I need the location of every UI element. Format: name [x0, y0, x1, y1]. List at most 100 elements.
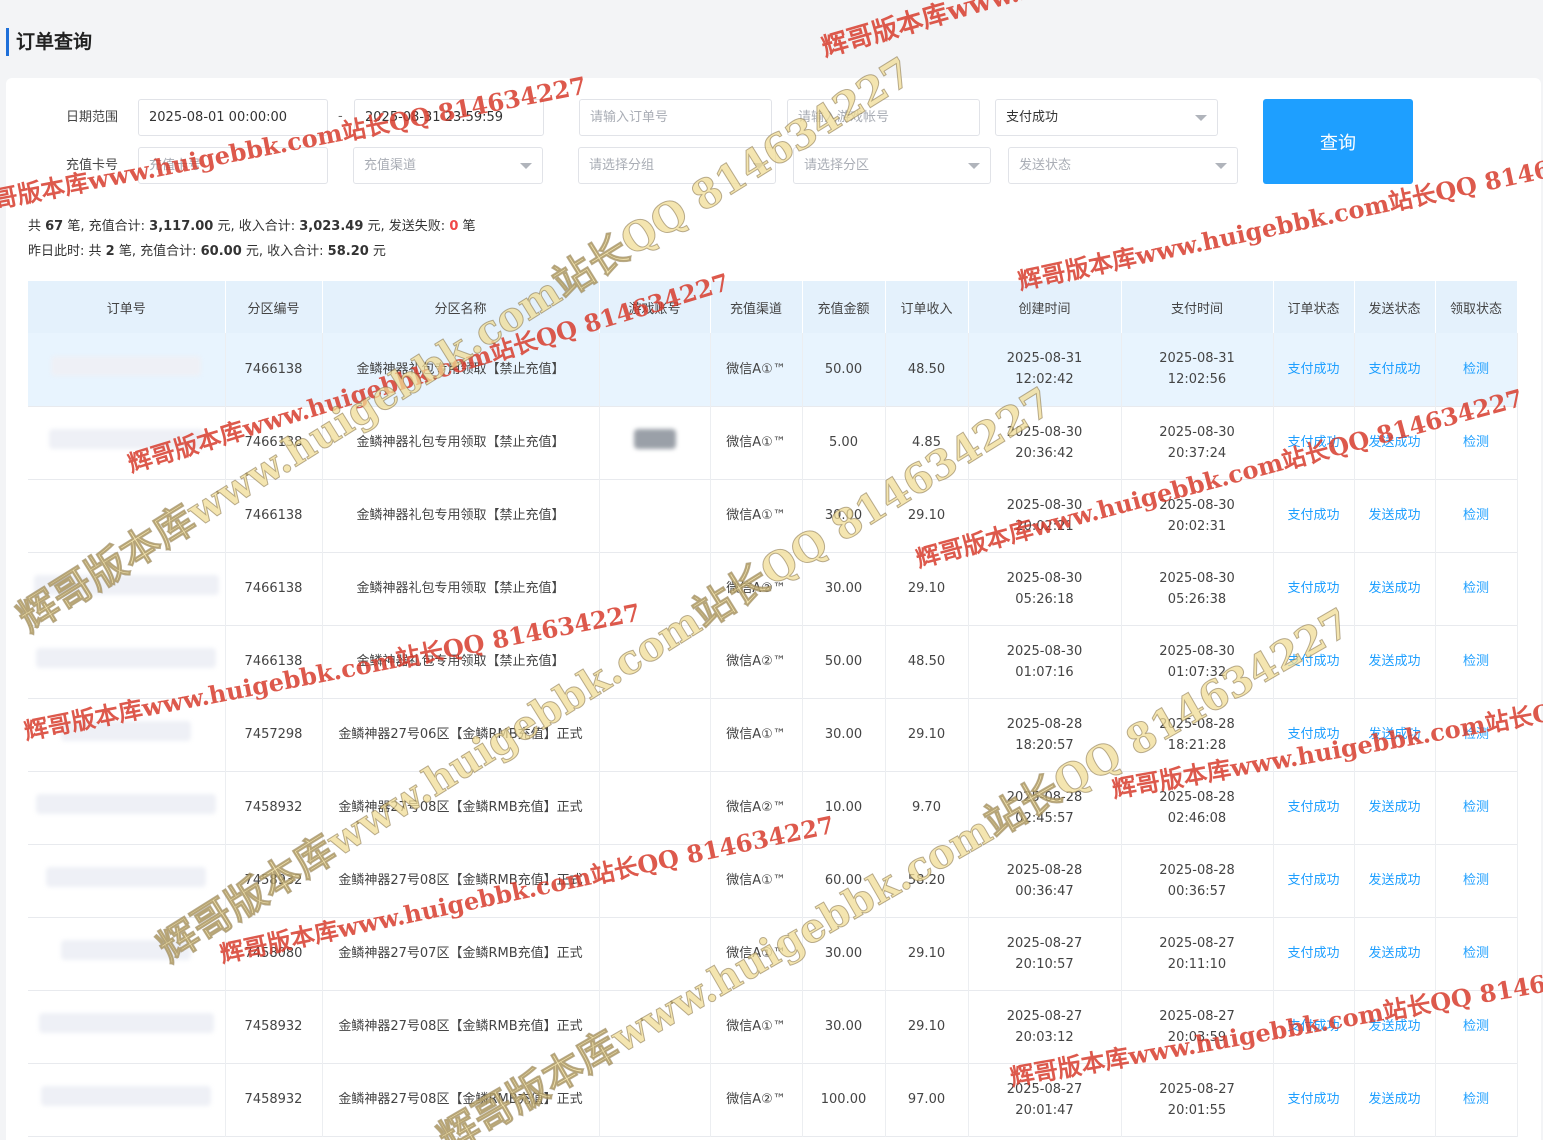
check-claim-link[interactable]: 检测	[1435, 625, 1518, 698]
send-status-select[interactable]: 发送状态	[1008, 147, 1238, 184]
game-account-cell	[599, 844, 711, 917]
zone-id-cell: 7466138	[225, 552, 323, 625]
order-no-redacted	[51, 355, 202, 376]
order-no-cell	[28, 771, 226, 844]
income-cell: 58.20	[885, 844, 969, 917]
game-account-input[interactable]: 请输入游戏帐号	[787, 99, 980, 136]
col-header: 充值金额	[802, 281, 886, 333]
created-time-cell: 2025-08-28 18:20:57	[968, 698, 1122, 771]
created-date: 2025-08-30	[1006, 424, 1083, 440]
table-row[interactable]: 7457298 金鳞神器27号06区【金鳞RMB充值】正式 微信A①™ 30.00 29…	[28, 698, 1518, 771]
query-button[interactable]: 查询	[1263, 99, 1413, 184]
paid-time-cell: 2025-08-30 20:37:24	[1121, 406, 1274, 479]
yesterday-count: 2	[105, 244, 115, 259]
order-count: 67	[45, 219, 64, 234]
order-status-link[interactable]: 支付成功	[1273, 844, 1355, 917]
card-input[interactable]: 充值卡号	[138, 147, 328, 184]
group-select[interactable]: 请选择分组	[578, 147, 776, 184]
watermark: 辉哥版本库www.huigebbk.com站长QQ 814634227	[817, 0, 1480, 64]
check-claim-link[interactable]: 检测	[1435, 333, 1518, 406]
paid-time: 20:03:59	[1167, 1029, 1227, 1045]
zone-select[interactable]: 请选择分区	[793, 147, 991, 184]
check-claim-link[interactable]: 检测	[1435, 552, 1518, 625]
col-header: 订单号	[28, 281, 226, 333]
check-claim-link[interactable]: 检测	[1435, 844, 1518, 917]
col-header: 充值渠道	[710, 281, 803, 333]
order-status-link[interactable]: 支付成功	[1273, 698, 1355, 771]
send-status-link[interactable]: 发送成功	[1354, 771, 1436, 844]
check-claim-link[interactable]: 检测	[1435, 479, 1518, 552]
channel-placeholder: 充值渠道	[364, 158, 417, 173]
failed-count: 0	[449, 219, 459, 234]
col-header: 分区名称	[322, 281, 600, 333]
send-status-link[interactable]: 发送成功	[1354, 990, 1436, 1063]
paid-time: 12:02:56	[1167, 372, 1227, 388]
check-claim-link[interactable]: 检测	[1435, 990, 1518, 1063]
created-date: 2025-08-28	[1006, 862, 1083, 878]
table-row[interactable]: 7466138 金鳞神器礼包专用领取【禁止充值】 微信A①™ 30.00 29.10 20…	[28, 479, 1518, 552]
created-time: 20:36:42	[1015, 445, 1074, 461]
table-row[interactable]: 7466138 金鳞神器礼包专用领取【禁止充值】 微信A②™ 50.00 48.50 20…	[28, 625, 1518, 698]
channel-cell: 微信A①™	[710, 479, 803, 552]
date-range-label: 日期范围	[66, 110, 119, 125]
order-status-link[interactable]: 支付成功	[1273, 1063, 1355, 1136]
paid-date: 2025-08-28	[1159, 862, 1235, 878]
table-row[interactable]: 7458932 金鳞神器27号08区【金鳞RMB充值】正式 微信A②™ 10.00 9.…	[28, 771, 1518, 844]
check-claim-link[interactable]: 检测	[1435, 771, 1518, 844]
order-status-link[interactable]: 支付成功	[1273, 771, 1355, 844]
order-status-link[interactable]: 支付成功	[1273, 552, 1355, 625]
send-status-link[interactable]: 发送成功	[1354, 406, 1436, 479]
send-status-link[interactable]: 发送成功	[1354, 479, 1436, 552]
table-row[interactable]: 7458932 金鳞神器27号08区【金鳞RMB充值】正式 微信A①™ 30.00 29…	[28, 990, 1518, 1063]
zone-name-cell: 金鳞神器27号08区【金鳞RMB充值】正式	[322, 1063, 600, 1136]
pay-status-select[interactable]: 支付成功	[995, 99, 1218, 136]
send-status-link[interactable]: 发送成功	[1354, 917, 1436, 990]
send-status-link[interactable]: 发送成功	[1354, 698, 1436, 771]
check-claim-link[interactable]: 检测	[1435, 406, 1518, 479]
amount-cell: 50.00	[802, 333, 886, 406]
income-cell: 29.10	[885, 917, 969, 990]
send-status-link[interactable]: 支付成功	[1354, 333, 1436, 406]
order-status-link[interactable]: 支付成功	[1273, 406, 1355, 479]
table-row[interactable]: 7466138 金鳞神器礼包专用领取【禁止充值】 微信A①™ 50.00 48.50 20…	[28, 333, 1518, 406]
order-status-link[interactable]: 支付成功	[1273, 990, 1355, 1063]
channel-select[interactable]: 充值渠道	[353, 147, 543, 184]
income-cell: 4.85	[885, 406, 969, 479]
zone-id-cell: 7466138	[225, 625, 323, 698]
table-row[interactable]: 7458080 金鳞神器27号07区【金鳞RMB充值】正式 微信A①™ 30.00 29…	[28, 917, 1518, 990]
channel-cell: 微信A②™	[710, 771, 803, 844]
check-claim-link[interactable]: 检测	[1435, 917, 1518, 990]
order-status-link[interactable]: 支付成功	[1273, 625, 1355, 698]
check-claim-link[interactable]: 检测	[1435, 1063, 1518, 1136]
page-title: 订单查询	[6, 28, 92, 56]
send-status-link[interactable]: 发送成功	[1354, 625, 1436, 698]
zone-id-cell: 7466138	[225, 333, 323, 406]
order-no-input[interactable]: 请输入订单号	[579, 99, 772, 136]
table-row[interactable]: 7466138 金鳞神器礼包专用领取【禁止充值】 微信A①™ 5.00 4.85 2025…	[28, 406, 1518, 479]
paid-date: 2025-08-27	[1159, 1081, 1235, 1097]
send-status-link[interactable]: 发送成功	[1354, 1063, 1436, 1136]
query-panel: 日期范围 2025-08-01 00:00:00 - 2025-08-31 23…	[6, 78, 1541, 1140]
order-no-redacted	[36, 648, 217, 668]
order-status-link[interactable]: 支付成功	[1273, 917, 1355, 990]
check-claim-link[interactable]: 检测	[1435, 698, 1518, 771]
game-account-cell	[599, 771, 711, 844]
order-no-redacted	[33, 575, 219, 595]
created-time: 00:36:47	[1015, 883, 1074, 899]
zone-name-cell: 金鳞神器礼包专用领取【禁止充值】	[322, 479, 600, 552]
col-header: 创建时间	[968, 281, 1122, 333]
channel-cell: 微信A①™	[710, 698, 803, 771]
date-start-input[interactable]: 2025-08-01 00:00:00	[138, 99, 328, 136]
created-time: 18:20:57	[1015, 737, 1074, 753]
table-row[interactable]: 7458932 金鳞神器27号08区【金鳞RMB充值】正式 微信A①™ 60.00 58…	[28, 844, 1518, 917]
zone-id-cell: 7466138	[225, 479, 323, 552]
order-status-link[interactable]: 支付成功	[1273, 479, 1355, 552]
date-end-input[interactable]: 2025-08-31 23:59:59	[354, 99, 544, 136]
order-no-cell	[28, 625, 226, 698]
game-account-cell	[599, 917, 711, 990]
table-row[interactable]: 7466138 金鳞神器礼包专用领取【禁止充值】 微信A②™ 30.00 29.10 20…	[28, 552, 1518, 625]
table-row[interactable]: 7458932 金鳞神器27号08区【金鳞RMB充值】正式 微信A②™ 100.00 9…	[28, 1063, 1518, 1136]
order-status-link[interactable]: 支付成功	[1273, 333, 1355, 406]
send-status-link[interactable]: 发送成功	[1354, 552, 1436, 625]
send-status-link[interactable]: 发送成功	[1354, 844, 1436, 917]
